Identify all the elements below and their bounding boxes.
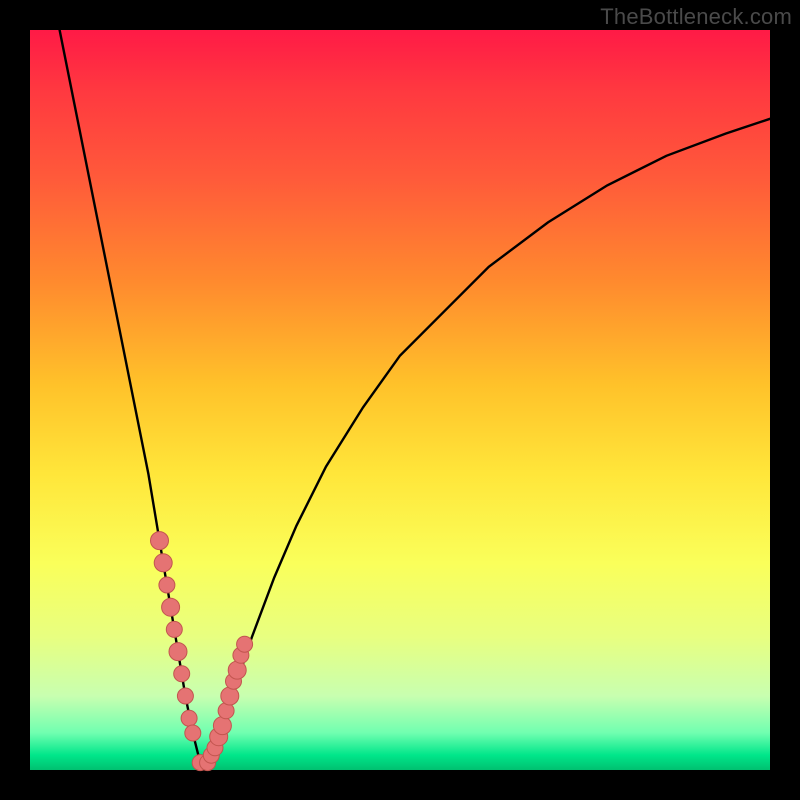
watermark-text: TheBottleneck.com: [600, 4, 792, 30]
plot-area: [30, 30, 770, 770]
marker-dot: [228, 661, 246, 679]
marker-dot: [151, 532, 169, 550]
bottleneck-curve: [60, 30, 770, 763]
marker-dot: [159, 577, 175, 593]
marker-dot: [166, 621, 182, 637]
marker-dot: [181, 710, 197, 726]
chart-frame: TheBottleneck.com: [0, 0, 800, 800]
chart-svg: [30, 30, 770, 770]
marker-group: [151, 532, 253, 771]
marker-dot: [237, 636, 253, 652]
marker-dot: [177, 688, 193, 704]
marker-dot: [169, 643, 187, 661]
marker-dot: [162, 598, 180, 616]
marker-dot: [185, 725, 201, 741]
marker-dot: [154, 554, 172, 572]
marker-dot: [174, 666, 190, 682]
marker-dot: [213, 717, 231, 735]
marker-dot: [221, 687, 239, 705]
